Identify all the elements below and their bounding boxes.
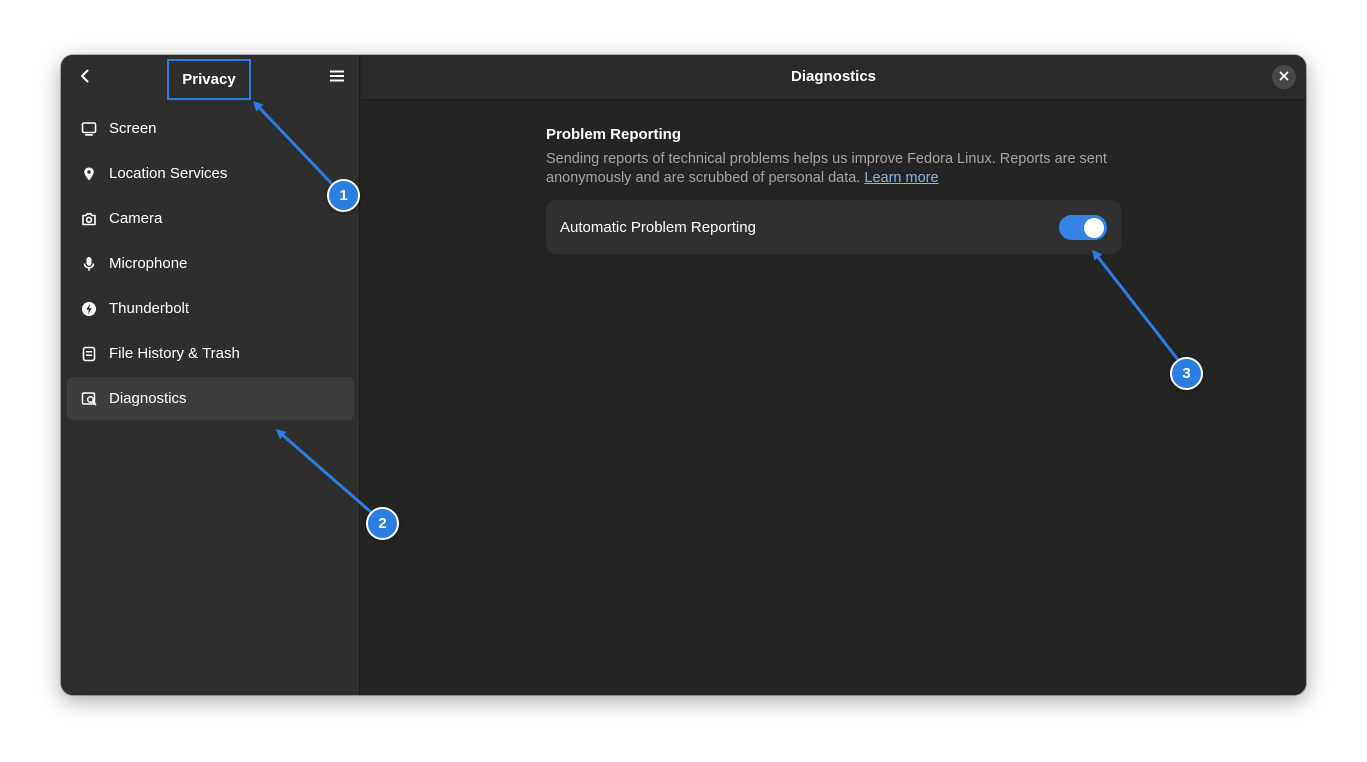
setting-label: Automatic Problem Reporting <box>560 218 756 236</box>
file-history-icon <box>81 346 97 362</box>
sidebar-item-file-history-trash[interactable]: File History & Trash <box>67 332 354 375</box>
sidebar: Privacy Screen Location Services Camera … <box>61 55 360 695</box>
sidebar-item-label: Screen <box>109 120 157 137</box>
sidebar-item-label: Microphone <box>109 255 188 272</box>
switch-knob <box>1084 217 1104 238</box>
microphone-icon <box>81 256 97 272</box>
monitor-icon <box>81 121 97 137</box>
automatic-problem-reporting-switch[interactable] <box>1059 215 1107 240</box>
sidebar-item-label: Diagnostics <box>109 390 187 407</box>
sidebar-item-diagnostics[interactable]: Diagnostics <box>67 377 354 420</box>
annotation-badge-2: 2 <box>366 507 399 540</box>
automatic-problem-reporting-row[interactable]: Automatic Problem Reporting <box>546 200 1121 254</box>
annotation-badge-3: 3 <box>1170 357 1203 390</box>
diagnostics-icon <box>81 391 97 407</box>
sidebar-item-label: File History & Trash <box>109 345 240 362</box>
hamburger-menu-icon <box>329 68 345 89</box>
close-icon <box>1279 68 1289 86</box>
close-button[interactable] <box>1272 65 1296 89</box>
menu-button[interactable] <box>321 62 353 94</box>
camera-icon <box>81 211 97 227</box>
sidebar-item-label: Camera <box>109 210 163 227</box>
page-title: Diagnostics <box>790 68 877 85</box>
main-panel: Diagnostics Problem Reporting Sending re… <box>361 55 1306 695</box>
settings-window: Privacy Screen Location Services Camera … <box>61 55 1306 695</box>
chevron-left-icon <box>77 68 93 89</box>
sidebar-item-camera[interactable]: Camera <box>67 197 354 240</box>
main-header: Diagnostics <box>361 55 1306 100</box>
back-button[interactable] <box>69 62 101 94</box>
sidebar-item-thunderbolt[interactable]: Thunderbolt <box>67 287 354 330</box>
sidebar-header: Privacy <box>61 55 359 100</box>
annotation-badge-1: 1 <box>327 179 360 212</box>
section-description: Sending reports of technical problems he… <box>546 150 1116 188</box>
sidebar-item-screen[interactable]: Screen <box>67 107 354 150</box>
problem-reporting-section: Problem Reporting Sending reports of tec… <box>546 126 1122 254</box>
learn-more-link[interactable]: Learn more <box>864 170 938 186</box>
thunderbolt-icon <box>81 301 97 317</box>
sidebar-item-microphone[interactable]: Microphone <box>67 242 354 285</box>
location-pin-icon <box>81 166 97 182</box>
section-title: Problem Reporting <box>546 126 682 143</box>
sidebar-item-location-services[interactable]: Location Services <box>67 152 354 195</box>
description-text: Sending reports of technical problems he… <box>546 151 1107 186</box>
sidebar-list: Screen Location Services Camera Micropho… <box>67 107 354 422</box>
sidebar-title: Privacy <box>167 59 251 100</box>
sidebar-item-label: Thunderbolt <box>109 300 190 317</box>
sidebar-item-label: Location Services <box>109 165 228 182</box>
